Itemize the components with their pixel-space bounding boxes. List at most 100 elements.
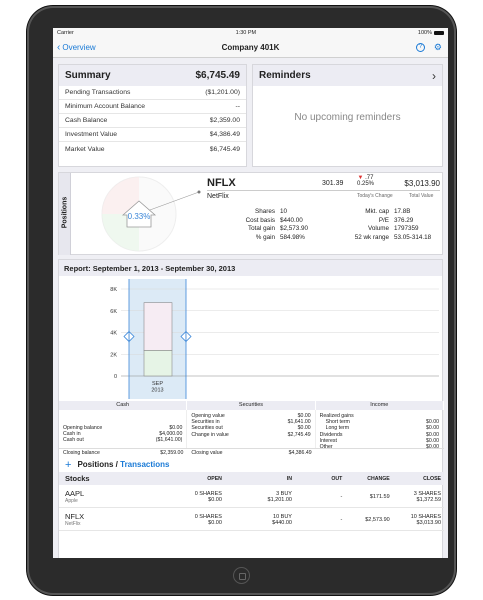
summary-row: Investment Value $4,386.49 <box>59 128 246 142</box>
change-value: $171.59 <box>369 493 390 500</box>
summary-header: Summary $6,745.49 <box>59 65 246 86</box>
todays-change-label: Today's Change <box>357 193 393 199</box>
stat-value: 53.05-314.18 <box>394 233 432 241</box>
closing-label: Closing value <box>191 450 223 456</box>
cash-header: Cash <box>59 401 188 410</box>
stat-label: 52 wk range <box>354 233 389 241</box>
summary-total: $6,745.49 <box>195 70 241 81</box>
reminders-empty-text: No upcoming reminders <box>294 112 401 123</box>
stat-value: $2,573.90 <box>280 225 309 233</box>
row-value: $2,359.00 <box>209 117 240 124</box>
col-open: OPEN <box>207 475 222 482</box>
gear-icon[interactable]: ⚙ <box>434 43 442 52</box>
open-value: $0.00 <box>208 519 222 526</box>
change-percent: 0.25% <box>357 181 375 187</box>
help-icon[interactable]: ? <box>415 43 425 52</box>
summary-panel: Summary $6,745.49 Pending Transactions ($… <box>58 64 247 167</box>
row-label: Minimum Account Balance <box>65 103 146 110</box>
row-label: Market Value <box>65 145 105 153</box>
clock-label: 1:30 PM <box>235 30 257 36</box>
stat-label: P/E <box>378 216 389 224</box>
col-stocks: Stocks <box>65 474 90 483</box>
report-title: Report: September 1, 2013 - September 30… <box>59 260 442 276</box>
position-price: 301.39 <box>322 180 344 187</box>
position-symbol: NFLX <box>207 177 236 189</box>
positions-transactions-header: + Positions / Transactions <box>59 457 444 472</box>
chevron-left-icon: ‹ <box>57 41 61 53</box>
reminders-header[interactable]: Reminders › <box>253 65 442 86</box>
closing-value: $2,359.00 <box>160 450 184 456</box>
row-value: -- <box>235 103 240 110</box>
back-button[interactable]: ‹ Overview <box>57 41 96 53</box>
stat-value: 1797359 <box>394 225 419 233</box>
allocation-pie-chart[interactable]: 0.33% <box>75 175 203 254</box>
back-label: Overview <box>62 43 96 52</box>
y-tick-label: 4K <box>110 331 117 337</box>
income-header: Income <box>315 401 444 410</box>
stocks-table-header: Stocks OPEN IN OUT CHANGE CLOSE <box>59 472 444 485</box>
open-value: $0.00 <box>208 496 222 503</box>
reminders-title: Reminders <box>259 70 311 81</box>
reminders-panel[interactable]: Reminders › No upcoming reminders <box>252 64 443 167</box>
plus-icon[interactable]: + <box>65 459 71 471</box>
positions-tab[interactable]: Positions <box>59 173 71 255</box>
col-close: CLOSE <box>423 475 441 482</box>
left-stat-labels: Shares Cost basis Total gain % gain <box>237 208 275 242</box>
home-button[interactable] <box>233 567 250 584</box>
securities-header: Securities <box>187 401 316 410</box>
row-label: Pending Transactions <box>65 89 131 96</box>
stat-value: $440.00 <box>280 216 303 224</box>
report-panel: Report: September 1, 2013 - September 30… <box>58 259 444 558</box>
stat-value: 584.98% <box>280 233 305 241</box>
closing-label: Closing balance <box>63 450 100 456</box>
table-row[interactable]: NFLX NetFlix 0 SHARES $0.00 10 BUY $440.00 … <box>59 509 444 531</box>
nav-bar: ‹ Overview Company 401K ? ⚙ <box>53 38 448 58</box>
stock-symbol: AAPL <box>65 489 85 498</box>
line-value: $2,745.49 <box>287 431 311 438</box>
summary-row: Pending Transactions ($1,201.00) <box>59 86 246 100</box>
col-in: IN <box>286 475 292 482</box>
summary-row: Market Value $6,745.49 <box>59 142 246 156</box>
status-bar: Carrier 1:30 PM 100% <box>53 28 448 38</box>
positions-panel: Positions 0.33% NFLX 301.39 ▼ .77 0.25% … <box>58 172 443 255</box>
section-title: Positions / Transactions <box>77 460 169 469</box>
right-stat-values: 17.8B 376.29 1797359 53.05-314.18 <box>394 208 442 242</box>
stat-value: 376.29 <box>394 216 414 224</box>
close-value: $3,013.90 <box>416 519 441 526</box>
in-value: $1,201.00 <box>267 496 292 503</box>
chevron-right-icon[interactable]: › <box>432 69 436 83</box>
stat-label: Mkt. cap <box>365 208 389 215</box>
stat-label: % gain <box>255 233 275 241</box>
positions-tab-label: Positions <box>61 196 69 229</box>
line-label: Cash out <box>63 437 84 444</box>
bar-cash <box>143 350 173 377</box>
in-value: $440.00 <box>272 519 292 526</box>
total-value-label: Total Value <box>409 193 434 199</box>
stock-name: NetFlix <box>65 521 81 527</box>
transactions-link[interactable]: Transactions <box>120 460 169 469</box>
line-label: Other <box>319 444 333 451</box>
left-stat-values: 10 $440.00 $2,573.90 584.98% <box>280 208 330 242</box>
stat-label: Volume <box>367 225 389 233</box>
app-screen: Carrier 1:30 PM 100% ‹ Overview Company … <box>53 28 448 558</box>
balance-chart[interactable]: 8K 6K 4K 2K 0 SEP2013 <box>59 277 444 399</box>
line-value: ($1,641.00) <box>155 437 183 444</box>
battery-icon <box>434 30 444 35</box>
line-label: Change in value <box>191 431 229 438</box>
page-title: Company 401K <box>221 43 280 52</box>
summary-rows: Pending Transactions ($1,201.00) Minimum … <box>59 86 246 156</box>
change-value: $2,573.90 <box>365 516 390 523</box>
out-value: - <box>340 516 343 523</box>
row-value: $6,745.49 <box>209 145 240 153</box>
stat-label: Total gain <box>248 225 275 233</box>
pie-percent-label: 0.33% <box>128 212 151 221</box>
y-tick-label: 2K <box>110 352 117 358</box>
divider <box>207 190 440 191</box>
stock-symbol: NFLX <box>65 512 85 521</box>
battery-indicator: 100% <box>418 30 444 36</box>
report-summary-table: Cash Securities Income Opening balance $0… <box>59 401 444 458</box>
stock-name: Apple <box>65 498 78 504</box>
table-row[interactable]: AAPL Apple 0 SHARES $0.00 3 BUY $1,201.00 -… <box>59 486 444 508</box>
securities-line: Change in value $2,745.49 <box>191 432 310 438</box>
income-column: Realized gains Short term $0.00 Long term… <box>316 410 444 451</box>
